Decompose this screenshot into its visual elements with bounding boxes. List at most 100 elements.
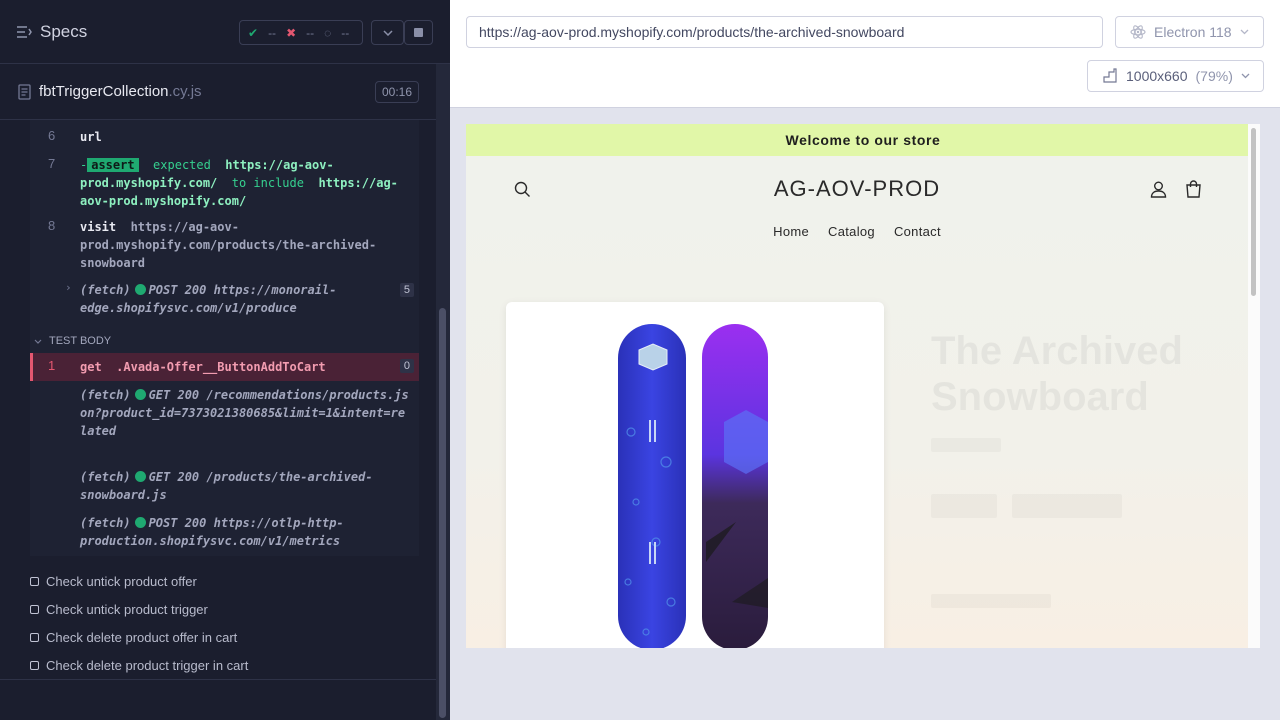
stop-icon [414, 28, 423, 37]
fetch-label: (fetch) [80, 388, 131, 402]
spec-name-text: fbtTriggerCollection [39, 83, 169, 100]
command-name: visit [80, 220, 117, 234]
viewport-selector[interactable]: 1000x660 (79%) [1087, 60, 1264, 92]
command-number: 1 [48, 358, 56, 373]
variant-placeholder [931, 494, 997, 518]
test-body-section[interactable]: TEST BODY [30, 329, 419, 353]
get-count-badge: 0 [399, 359, 414, 373]
store-page: AG-AOV-PROD Home Catalog Contact The Arc… [466, 156, 1248, 648]
command-number: 8 [48, 218, 56, 233]
failed-icon: ✖ [286, 25, 297, 40]
cart-icon[interactable] [1185, 180, 1202, 198]
ruler-icon [1103, 68, 1117, 83]
status-dot-icon [134, 517, 146, 528]
pending-test-icon [30, 576, 39, 586]
store-brand[interactable]: AG-AOV-PROD [466, 176, 1248, 202]
chevron-down-icon [382, 29, 393, 36]
spec-file-row: fbtTriggerCollection.cy.js 00:16 [0, 64, 436, 120]
viewport-scale: (79%) [1195, 68, 1233, 84]
failed-count: -- [306, 25, 315, 40]
viewport-size: 1000x660 [1126, 68, 1188, 84]
fetch-message: (fetch) POST 200 https://otlp-http-produc… [80, 514, 410, 550]
test-item[interactable]: Check untick product trigger [30, 595, 430, 623]
scrollbar-thumb[interactable] [439, 308, 446, 718]
pending-test-icon [30, 632, 39, 642]
assert-badge: assert [87, 158, 139, 172]
command-name: get [80, 360, 102, 374]
price-placeholder [931, 438, 1001, 452]
spec-name[interactable]: fbtTriggerCollection.cy.js [39, 83, 202, 100]
status-dot-icon [134, 471, 146, 482]
scrollbar-thumb[interactable] [1251, 128, 1256, 296]
document-icon [18, 83, 31, 100]
assert-mid: to include [231, 176, 304, 190]
pending-count: -- [341, 25, 350, 40]
aut-scrollbar[interactable] [1248, 124, 1260, 648]
browser-name: Electron 118 [1154, 24, 1232, 40]
assert-message: - assert expected https://ag-aov-prod.mys… [80, 156, 410, 210]
app-under-test: Welcome to our store AG-AOV-PROD Home Ca… [466, 124, 1260, 648]
fetch-message: (fetch) POST 200 https://monorail-edge.sh… [80, 281, 410, 317]
visit-message: visit https://ag-aov-prod.myshopify.com/… [80, 218, 410, 272]
chevron-down-icon [1241, 73, 1250, 79]
test-title: Check delete product offer in cart [46, 629, 238, 645]
test-item[interactable]: Check delete product offer in cart [30, 623, 430, 651]
store-nav: Home Catalog Contact [466, 224, 1248, 239]
test-title: Check untick product trigger [46, 601, 208, 617]
nav-contact[interactable]: Contact [894, 224, 941, 239]
section-label: TEST BODY [49, 335, 112, 347]
nav-home[interactable]: Home [773, 224, 809, 239]
assert-expected: expected [153, 158, 211, 172]
reporter-scrollbar[interactable] [436, 64, 450, 720]
status-dot-icon [134, 284, 146, 295]
chevron-down-icon [34, 339, 42, 344]
aut-header: https://ag-aov-prod.myshopify.com/produc… [450, 0, 1280, 108]
fetch-label: (fetch) [80, 470, 131, 484]
fetch-message: (fetch) GET 200 /products/the-archived-sn… [80, 468, 410, 504]
product-media[interactable] [506, 302, 884, 648]
menu-collapse-icon[interactable] [16, 25, 32, 39]
test-item[interactable]: Check delete product trigger in cart [30, 651, 430, 679]
announcement-bar: Welcome to our store [466, 124, 1260, 156]
chevron-right-icon[interactable]: › [65, 281, 72, 294]
divider [0, 679, 436, 680]
reporter-panel: Specs ✔ -- ✖ -- ◌ -- fbtTriggerCollection.c… [0, 0, 450, 720]
chevron-down-button[interactable] [371, 20, 404, 45]
command-log: 6 url 7 - assert expected https://ag-aov-… [30, 120, 419, 556]
visit-url: https://ag-aov-prod.myshopify.com/produc… [80, 220, 377, 270]
pending-test-icon [30, 604, 39, 614]
fetch-label: (fetch) [80, 283, 131, 297]
fetch-label: (fetch) [80, 516, 131, 530]
pending-icon: ◌ [324, 25, 332, 40]
get-selector: .Avada-Offer__ButtonAddToCart [116, 360, 326, 374]
stop-button[interactable] [404, 20, 433, 45]
command-number: 7 [48, 156, 56, 171]
nav-catalog[interactable]: Catalog [828, 224, 875, 239]
get-message: get .Avada-Offer__ButtonAddToCart [80, 358, 410, 376]
passed-icon: ✔ [248, 25, 259, 40]
snowboard-image [618, 324, 768, 648]
url-bar[interactable]: https://ag-aov-prod.myshopify.com/produc… [466, 16, 1103, 48]
test-title: Check delete product trigger in cart [46, 657, 249, 673]
status-dot-icon [134, 389, 146, 400]
command-get-failed[interactable]: 1 get .Avada-Offer__ButtonAddToCart 0 [30, 353, 419, 381]
variant-placeholder [1012, 494, 1122, 518]
command-number: 6 [48, 128, 56, 143]
command-name: url [80, 130, 102, 144]
pending-test-icon [30, 660, 39, 670]
fetch-message: (fetch) GET 200 /recommendations/products… [80, 386, 410, 440]
spec-duration: 00:16 [374, 81, 419, 103]
browser-selector[interactable]: Electron 118 [1115, 16, 1264, 48]
spec-ext: .cy.js [168, 83, 202, 100]
test-title: Check untick product offer [46, 573, 197, 589]
passed-count: -- [268, 25, 277, 40]
fetch-count-badge: 5 [399, 283, 414, 297]
aut-panel: https://ag-aov-prod.myshopify.com/produc… [450, 0, 1280, 720]
electron-icon [1130, 25, 1146, 39]
specs-title[interactable]: Specs [40, 22, 87, 42]
test-stats: ✔ -- ✖ -- ◌ -- [239, 20, 363, 45]
test-item[interactable]: Check untick product offer [30, 567, 430, 595]
account-icon[interactable] [1150, 180, 1167, 198]
quantity-placeholder [931, 594, 1051, 608]
product-title: The Archived Snowboard [931, 329, 1183, 419]
